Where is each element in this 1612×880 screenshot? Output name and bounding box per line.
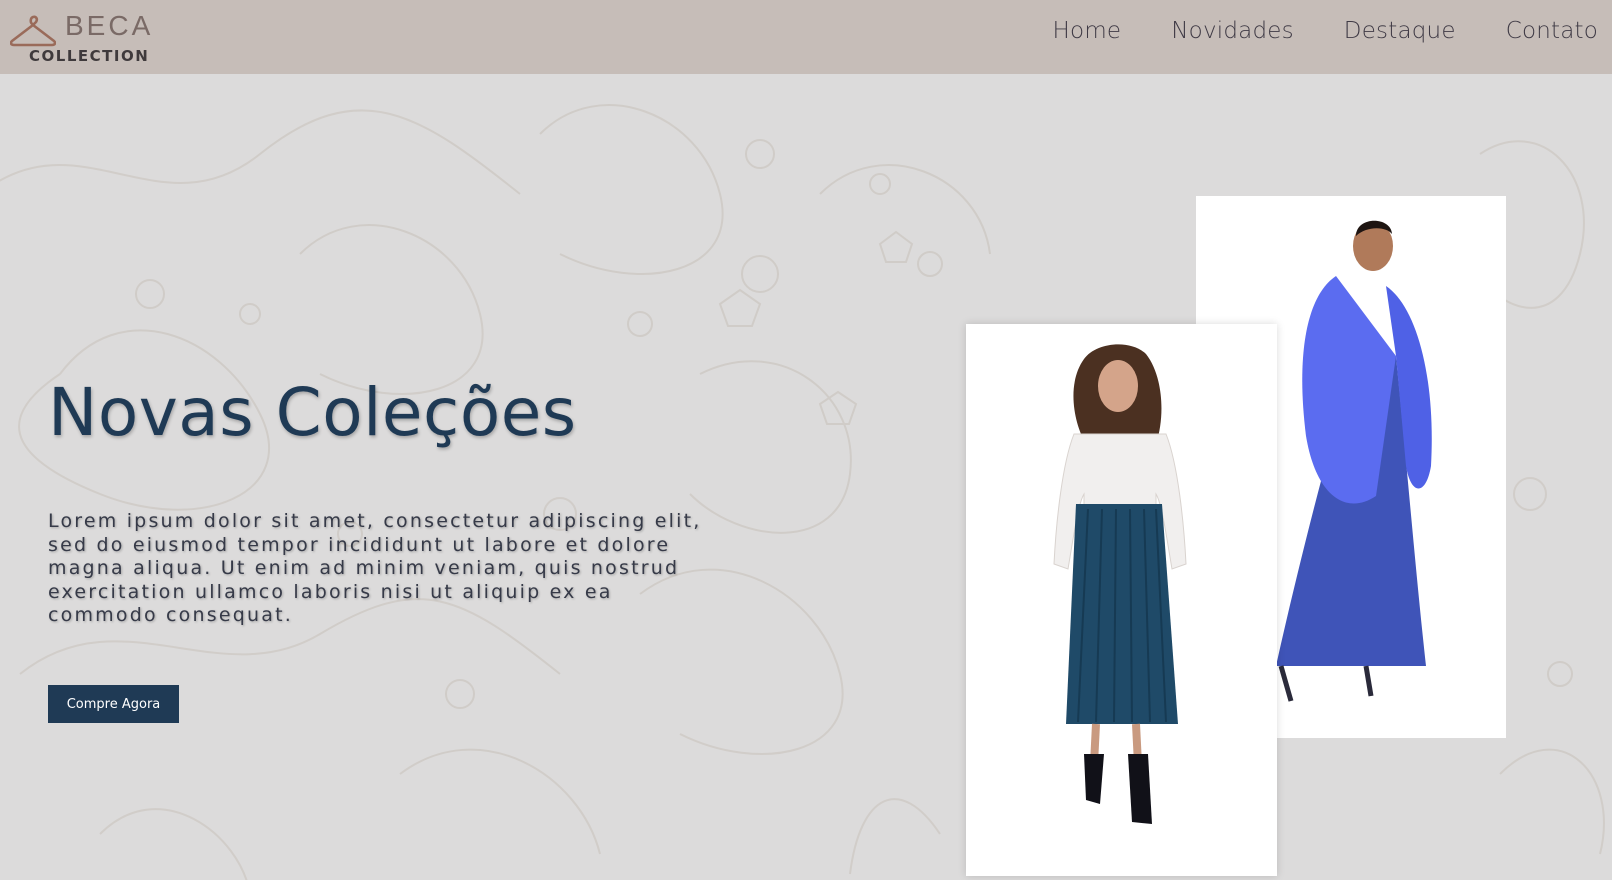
nav-destaque[interactable]: Destaque (1344, 18, 1456, 44)
brand-subtitle: COLLECTION (29, 47, 150, 65)
shop-now-button[interactable]: Compre Agora (48, 685, 179, 723)
nav-contato[interactable]: Contato (1506, 18, 1598, 44)
model-pleated-skirt-image (1053, 344, 1187, 824)
hero-section: Novas Coleções Lorem ipsum dolor sit ame… (0, 74, 1612, 880)
nav-home[interactable]: Home (1053, 18, 1122, 44)
product-card-pleated-skirt[interactable] (966, 324, 1277, 876)
nav-novidades[interactable]: Novidades (1171, 18, 1294, 44)
hero-description: Lorem ipsum dolor sit amet, consectetur … (48, 510, 702, 626)
hero-title: Novas Coleções (48, 374, 577, 451)
site-header: BECA COLLECTION Home Novidades Destaque … (0, 0, 1612, 74)
brand-name: BECA (65, 10, 154, 41)
main-nav: Home Novidades Destaque Contato (1053, 18, 1598, 44)
brand-logo[interactable]: BECA COLLECTION (10, 10, 150, 68)
hanger-icon (10, 15, 56, 47)
